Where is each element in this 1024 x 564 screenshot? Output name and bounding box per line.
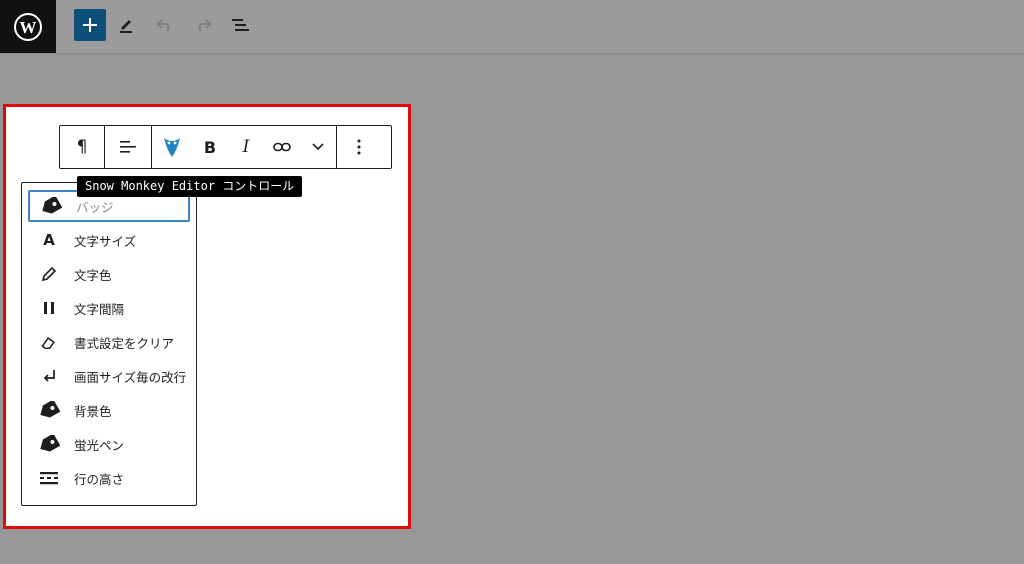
tools-button[interactable]	[110, 9, 142, 41]
highlighted-editor-area: ¶ B I バッジ A 文字サイズ 文字色 文字間隔 書式設定をクリア 画面サイ…	[3, 104, 411, 529]
line-height-icon	[40, 472, 58, 485]
tag-icon	[40, 435, 60, 452]
menu-item-label: 蛍光ペン	[74, 437, 125, 453]
list-icon	[232, 19, 249, 31]
menu-item-label: 文字サイズ	[74, 233, 137, 249]
link-icon	[273, 142, 291, 152]
menu-item-label: 行の高さ	[74, 471, 125, 487]
list-view-button[interactable]	[225, 9, 257, 41]
chevron-down-icon	[312, 143, 324, 151]
menu-item-highlighter[interactable]: 蛍光ペン	[28, 428, 190, 460]
block-toolbar: ¶ B I	[59, 125, 392, 169]
tag-icon	[42, 197, 62, 214]
menu-item-label: 文字間隔	[74, 301, 125, 317]
return-icon	[43, 370, 55, 382]
more-options-icon	[357, 139, 361, 155]
pencil-icon	[41, 266, 57, 282]
link-button[interactable]	[264, 126, 300, 168]
menu-item-label: バッジ	[76, 199, 114, 215]
bold-button[interactable]: B	[192, 126, 228, 168]
spacing-icon	[44, 302, 54, 314]
italic-button[interactable]: I	[228, 126, 264, 168]
wordpress-logo[interactable]: W	[0, 0, 56, 53]
more-formats-button[interactable]	[300, 126, 336, 168]
menu-item-label: 画面サイズ毎の改行	[74, 369, 187, 385]
editor-header: W	[0, 0, 1024, 54]
snow-monkey-icon	[164, 138, 180, 157]
bold-icon: B	[203, 137, 217, 157]
snow-monkey-button[interactable]	[152, 126, 192, 168]
menu-item-label: 背景色	[74, 403, 112, 419]
redo-icon	[198, 19, 212, 32]
pen-icon	[120, 20, 132, 33]
snow-monkey-format-menu: バッジ A 文字サイズ 文字色 文字間隔 書式設定をクリア 画面サイズ毎の改行 …	[21, 182, 197, 506]
plus-icon	[83, 18, 97, 32]
italic-icon: I	[242, 137, 250, 157]
menu-item-line-height[interactable]: 行の高さ	[28, 462, 190, 494]
letter-a-icon: A	[43, 231, 55, 249]
menu-item-text-color[interactable]: 文字色	[28, 258, 190, 290]
menu-item-responsive-break[interactable]: 画面サイズ毎の改行	[28, 360, 190, 392]
menu-item-font-size[interactable]: A 文字サイズ	[28, 224, 190, 256]
undo-icon	[156, 19, 170, 32]
menu-item-clear-formatting[interactable]: 書式設定をクリア	[28, 326, 190, 358]
eraser-icon	[41, 337, 55, 349]
menu-item-letter-spacing[interactable]: 文字間隔	[28, 292, 190, 324]
menu-item-label: 文字色	[74, 267, 112, 283]
paragraph-icon: ¶	[76, 137, 88, 157]
menu-item-background-color[interactable]: 背景色	[28, 394, 190, 426]
align-button[interactable]	[105, 126, 151, 168]
svg-text:W: W	[20, 18, 37, 37]
paragraph-button[interactable]: ¶	[60, 126, 104, 168]
menu-item-label: 書式設定をクリア	[74, 335, 175, 351]
options-button[interactable]	[337, 126, 381, 168]
add-block-button[interactable]	[74, 9, 106, 41]
undo-button[interactable]	[149, 9, 181, 41]
tag-icon	[40, 401, 60, 418]
redo-button[interactable]	[187, 9, 219, 41]
align-icon	[120, 141, 136, 153]
wordpress-icon: W	[14, 12, 42, 41]
tooltip: Snow Monkey Editor コントロール	[77, 176, 303, 197]
